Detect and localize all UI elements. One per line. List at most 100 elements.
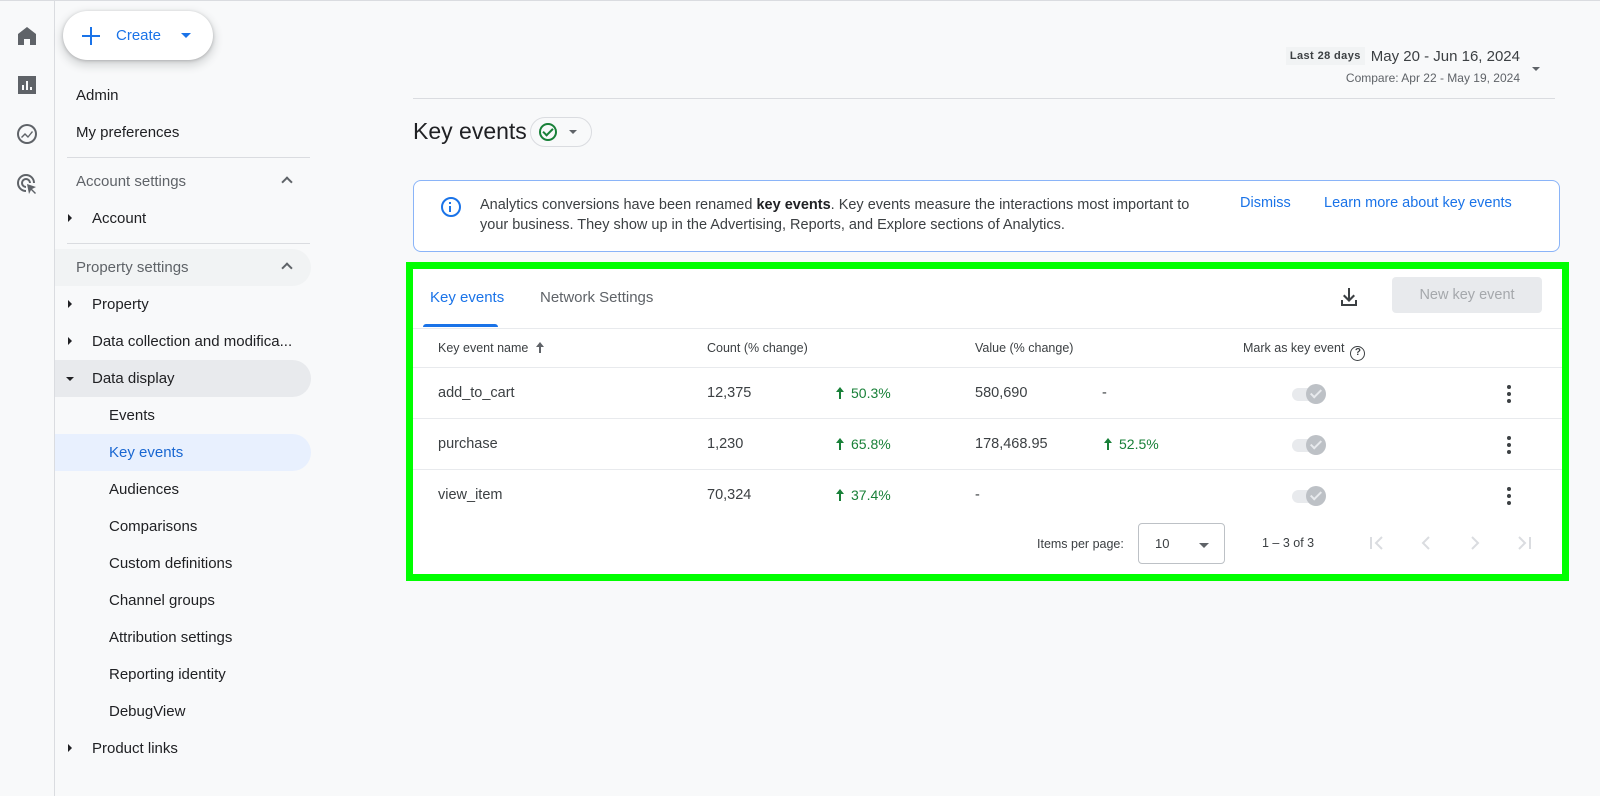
value-change: 52.5% [1103, 436, 1159, 452]
items-per-page-label: Items per page: [1037, 537, 1124, 551]
column-header-name[interactable]: Key event name [438, 341, 545, 355]
tab-network-settings[interactable]: Network Settings [540, 289, 653, 327]
mark-key-event-toggle[interactable] [1290, 384, 1330, 404]
new-key-event-button[interactable]: New key event [1392, 277, 1542, 313]
value-change: - [1102, 385, 1107, 401]
nav-item-debugview[interactable]: DebugView [55, 693, 311, 730]
reports-icon[interactable] [14, 72, 40, 98]
nav-item-attribution-settings[interactable]: Attribution settings [55, 619, 311, 656]
check-icon [1306, 486, 1326, 506]
check-icon [1306, 435, 1326, 455]
home-icon[interactable] [14, 23, 40, 49]
more-options-icon[interactable] [1503, 485, 1515, 507]
collapse-icon [66, 377, 74, 381]
column-header-value[interactable]: Value (% change) [975, 341, 1073, 355]
event-count: 70,324 [707, 487, 752, 503]
learn-more-link[interactable]: Learn more about key events [1324, 195, 1512, 211]
nav-section-property-settings[interactable]: Property settings [55, 249, 311, 286]
advertising-icon[interactable] [14, 171, 40, 197]
mark-key-event-toggle[interactable] [1290, 486, 1330, 506]
page-range: 1 – 3 of 3 [1262, 536, 1315, 550]
nav-item-label: Product links [92, 740, 178, 757]
chevron-down-icon [569, 130, 577, 134]
explore-icon[interactable] [14, 121, 40, 147]
nav-item-my-preferences[interactable]: My preferences [55, 114, 311, 151]
event-name: add_to_cart [438, 385, 515, 401]
date-range-text: May 20 - Jun 16, 2024 [1370, 47, 1520, 65]
info-banner: Analytics conversions have been renamed … [413, 180, 1560, 252]
chevron-down-icon [1199, 543, 1209, 548]
nav-item-account[interactable]: Account [55, 200, 311, 237]
dismiss-link[interactable]: Dismiss [1240, 195, 1291, 211]
nav-item-admin[interactable]: Admin [55, 77, 311, 114]
nav-section-account-settings[interactable]: Account settings [55, 163, 311, 200]
key-events-card: Key events Network Settings New key even… [413, 269, 1562, 574]
nav-item-channel-groups[interactable]: Channel groups [55, 582, 311, 619]
arrow-up-icon [835, 387, 845, 399]
column-header-mark: Mark as key event? [1243, 341, 1366, 361]
table-header: Key event name Count (% change) Value (%… [413, 328, 1562, 368]
sort-ascending-icon [535, 342, 545, 353]
nav-item-events[interactable]: Events [55, 397, 311, 434]
count-change: 37.4% [835, 487, 891, 503]
event-value: 580,690 [975, 385, 1028, 401]
left-rail [0, 1, 55, 796]
check-icon [1306, 384, 1326, 404]
table-row: add_to_cart 12,375 50.3% 580,690 - [413, 369, 1562, 419]
date-range-picker[interactable]: Last 28 days May 20 - Jun 16, 2024 Compar… [1285, 47, 1520, 85]
nav-item-comparisons[interactable]: Comparisons [55, 508, 311, 545]
expand-icon [68, 337, 72, 345]
column-label: Mark as key event [1243, 341, 1345, 355]
info-icon [441, 197, 461, 217]
column-header-count[interactable]: Count (% change) [707, 341, 808, 355]
nav-divider [67, 243, 310, 244]
table-row: view_item 70,324 37.4% - [413, 471, 1562, 521]
status-dropdown[interactable] [530, 117, 592, 147]
event-value: - [975, 487, 980, 503]
date-preset-chip: Last 28 days [1285, 47, 1365, 65]
arrow-up-icon [1103, 438, 1113, 450]
nav-item-property[interactable]: Property [55, 286, 311, 323]
table-row: purchase 1,230 65.8% 178,468.95 52.5% [413, 420, 1562, 470]
active-tab-indicator [423, 324, 498, 327]
header-divider [413, 98, 1555, 99]
first-page-icon[interactable] [1366, 532, 1388, 554]
section-label: Account settings [76, 173, 187, 190]
check-circle-icon [539, 123, 557, 141]
download-icon[interactable] [1337, 285, 1361, 309]
nav-item-reporting-identity[interactable]: Reporting identity [55, 656, 311, 693]
nav-item-audiences[interactable]: Audiences [55, 471, 311, 508]
chevron-up-icon [281, 176, 293, 188]
previous-page-icon[interactable] [1415, 532, 1437, 554]
create-label: Create [116, 27, 162, 44]
more-options-icon[interactable] [1503, 383, 1515, 405]
items-per-page-select[interactable]: 10 [1138, 523, 1225, 564]
section-label: Property settings [76, 259, 189, 276]
help-icon[interactable]: ? [1350, 346, 1366, 361]
nav-item-key-events[interactable]: Key events [55, 434, 311, 471]
event-name: view_item [438, 487, 503, 503]
arrow-up-icon [835, 438, 845, 450]
banner-message: Analytics conversions have been renamed … [480, 195, 1220, 235]
nav-item-label: Data display [92, 370, 175, 387]
date-dropdown-icon[interactable] [1532, 67, 1540, 71]
mark-key-event-toggle[interactable] [1290, 435, 1330, 455]
nav-item-product-links[interactable]: Product links [55, 730, 311, 767]
expand-icon [68, 744, 72, 752]
nav-item-data-collection[interactable]: Data collection and modifica... [55, 323, 311, 360]
items-per-page-value: 10 [1155, 536, 1170, 551]
nav-item-custom-definitions[interactable]: Custom definitions [55, 545, 311, 582]
paginator: Items per page: 10 1 – 3 of 3 [413, 523, 1562, 565]
expand-icon [68, 214, 72, 222]
count-change-value: 37.4% [851, 487, 891, 503]
count-change-value: 50.3% [851, 385, 891, 401]
more-options-icon[interactable] [1503, 434, 1515, 456]
tab-key-events[interactable]: Key events [430, 289, 504, 327]
chevron-down-icon [181, 33, 192, 38]
nav-item-label: Data collection and modifica... [92, 333, 293, 350]
next-page-icon[interactable] [1464, 532, 1486, 554]
create-button[interactable]: Create [63, 11, 213, 60]
last-page-icon[interactable] [1513, 532, 1535, 554]
banner-bold-text: key events [756, 197, 831, 213]
nav-item-data-display[interactable]: Data display [55, 360, 311, 397]
